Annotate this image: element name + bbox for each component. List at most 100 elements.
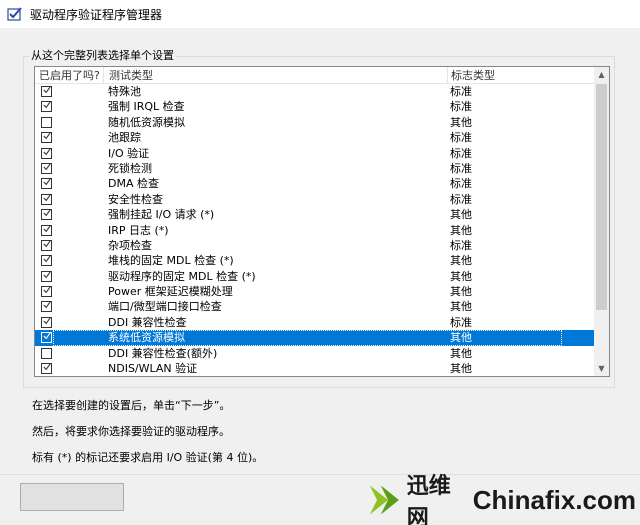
scroll-thumb[interactable]	[596, 84, 607, 310]
scroll-up-icon[interactable]: ▲	[594, 67, 609, 82]
flag-type-cell: 标准	[450, 161, 472, 175]
flag-type-cell: 标准	[450, 315, 472, 329]
list-item[interactable]: Power 框架延迟模糊处理 其他	[35, 284, 596, 299]
checkbox-checked[interactable]	[41, 255, 52, 267]
checkbox-checked[interactable]	[41, 101, 52, 113]
column-test-type[interactable]: 测试类型	[105, 67, 447, 84]
test-type-cell: 驱动程序的固定 MDL 检查 (*)	[108, 269, 256, 283]
list-item[interactable]: 端口/微型端口接口检查 其他	[35, 299, 596, 314]
enabled-cell	[38, 115, 102, 130]
test-type-cell: I/O 验证	[108, 146, 150, 160]
watermark: 迅维网 Chinafix.com	[368, 474, 636, 525]
list-item[interactable]: 强制 IRQL 检查 标准	[35, 99, 596, 114]
flag-type-cell: 其他	[450, 285, 472, 299]
enabled-cell	[38, 192, 102, 207]
list-item[interactable]: 随机低资源模拟 其他	[35, 115, 596, 130]
test-type-cell: Power 框架延迟模糊处理	[108, 285, 233, 299]
checkbox-checked[interactable]	[41, 86, 52, 97]
check-icon	[43, 101, 51, 109]
column-flag-type[interactable]: 标志类型	[447, 67, 596, 84]
test-type-cell: DDI 兼容性检查	[108, 315, 187, 329]
scroll-down-icon[interactable]: ▼	[594, 361, 609, 376]
check-icon	[43, 363, 51, 371]
list-item[interactable]: DMA 检查 标准	[35, 176, 596, 191]
checkbox-unchecked[interactable]	[41, 347, 52, 359]
list-item[interactable]: 杂项检查 标准	[35, 238, 596, 253]
flag-type-cell: 其他	[450, 208, 472, 222]
checkbox-checked[interactable]	[41, 239, 52, 251]
enabled-cell	[38, 146, 102, 161]
test-type-cell: 堆栈的固定 MDL 检查 (*)	[108, 254, 234, 268]
checkbox-checked[interactable]	[41, 301, 52, 313]
list-item[interactable]: 堆栈的固定 MDL 检查 (*) 其他	[35, 253, 596, 268]
checkbox-checked[interactable]	[41, 147, 52, 159]
check-icon	[43, 301, 51, 309]
column-enabled[interactable]: 已启用了吗?	[35, 67, 103, 84]
check-icon	[43, 271, 51, 278]
list-rows: 特殊池 标准 强制 IRQL 检查 标准 随机低资源模拟 其他 池跟踪 标准 I/O 验证 标准死…	[35, 84, 596, 376]
test-type-cell: IRP 日志 (*)	[108, 223, 169, 237]
list-item[interactable]: 强制挂起 I/O 请求 (*) 其他	[35, 207, 596, 222]
flag-type-cell: 其他	[450, 362, 472, 376]
list-item[interactable]: 系统低资源模拟 其他	[35, 330, 596, 346]
checkbox-checked[interactable]	[41, 332, 52, 344]
checkbox-checked[interactable]	[41, 286, 52, 298]
instruction-2: 然后，将要求你选择要验证的驱动程序。	[32, 425, 230, 438]
checkbox-checked[interactable]	[41, 162, 52, 174]
test-type-cell: 杂项检查	[108, 238, 152, 252]
check-icon	[43, 209, 51, 217]
list-item[interactable]: 死锁检测 标准	[35, 161, 596, 176]
flag-type-cell: 标准	[450, 177, 472, 191]
vertical-scrollbar[interactable]: ▲ ▼	[594, 67, 609, 376]
flag-type-cell: 标准	[450, 100, 472, 114]
list-item[interactable]: DDI 兼容性检查 标准	[35, 315, 596, 330]
enabled-cell	[38, 315, 102, 330]
test-type-cell: 强制 IRQL 检查	[108, 100, 185, 114]
watermark-cn: 迅维网	[406, 474, 451, 525]
checkbox-checked[interactable]	[41, 193, 52, 205]
list-item[interactable]: IRP 日志 (*) 其他	[35, 223, 596, 238]
enabled-cell	[38, 299, 102, 314]
list-item[interactable]: 驱动程序的固定 MDL 检查 (*) 其他	[35, 269, 596, 284]
app-icon	[7, 7, 22, 21]
flag-type-cell: 其他	[450, 346, 472, 360]
check-icon	[43, 163, 51, 171]
check-icon	[43, 224, 51, 232]
check-icon	[43, 178, 51, 186]
enabled-cell	[38, 284, 102, 299]
list-item[interactable]: 安全性检查 标准	[35, 192, 596, 207]
checkbox-checked[interactable]	[41, 316, 52, 328]
flag-type-cell: 标准	[450, 192, 472, 206]
watermark-logo-icon	[369, 485, 399, 515]
list-item[interactable]: I/O 验证 标准	[35, 146, 596, 161]
window-title: 驱动程序验证程序管理器	[30, 7, 163, 22]
checkbox-checked[interactable]	[41, 209, 52, 221]
flag-type-cell: 标准	[450, 238, 472, 252]
test-type-cell: 池跟踪	[108, 131, 141, 145]
back-button[interactable]	[20, 483, 124, 511]
checkbox-unchecked[interactable]	[41, 116, 52, 128]
list-item[interactable]: NDIS/WLAN 验证 其他	[35, 361, 596, 376]
checkbox-checked[interactable]	[41, 178, 52, 190]
checkbox-checked[interactable]	[41, 132, 52, 144]
settings-list[interactable]: 已启用了吗? 测试类型 标志类型 特殊池 标准 强制 IRQL 检查 标准 随机低资源模…	[34, 66, 610, 377]
test-type-cell: NDIS/WLAN 验证	[108, 362, 198, 376]
enabled-cell	[38, 223, 102, 238]
list-item[interactable]: 池跟踪 标准	[35, 130, 596, 145]
flag-type-cell: 标准	[450, 85, 472, 98]
check-icon	[43, 148, 51, 155]
list-item[interactable]: 特殊池 标准	[35, 84, 596, 99]
test-type-cell: 安全性检查	[108, 192, 163, 206]
enabled-cell	[38, 253, 102, 268]
enabled-cell	[38, 161, 102, 176]
checkbox-checked[interactable]	[41, 363, 52, 375]
title-bar: 驱动程序验证程序管理器	[0, 0, 640, 28]
checkbox-checked[interactable]	[41, 270, 52, 282]
enabled-cell	[38, 269, 102, 284]
watermark-en: Chinafix.com	[472, 484, 636, 515]
test-type-cell: DDI 兼容性检查(额外)	[108, 346, 218, 360]
test-type-cell: 死锁检测	[108, 161, 152, 175]
flag-type-cell: 其他	[450, 254, 472, 268]
checkbox-checked[interactable]	[41, 224, 52, 236]
list-item[interactable]: DDI 兼容性检查(额外) 其他	[35, 346, 596, 361]
